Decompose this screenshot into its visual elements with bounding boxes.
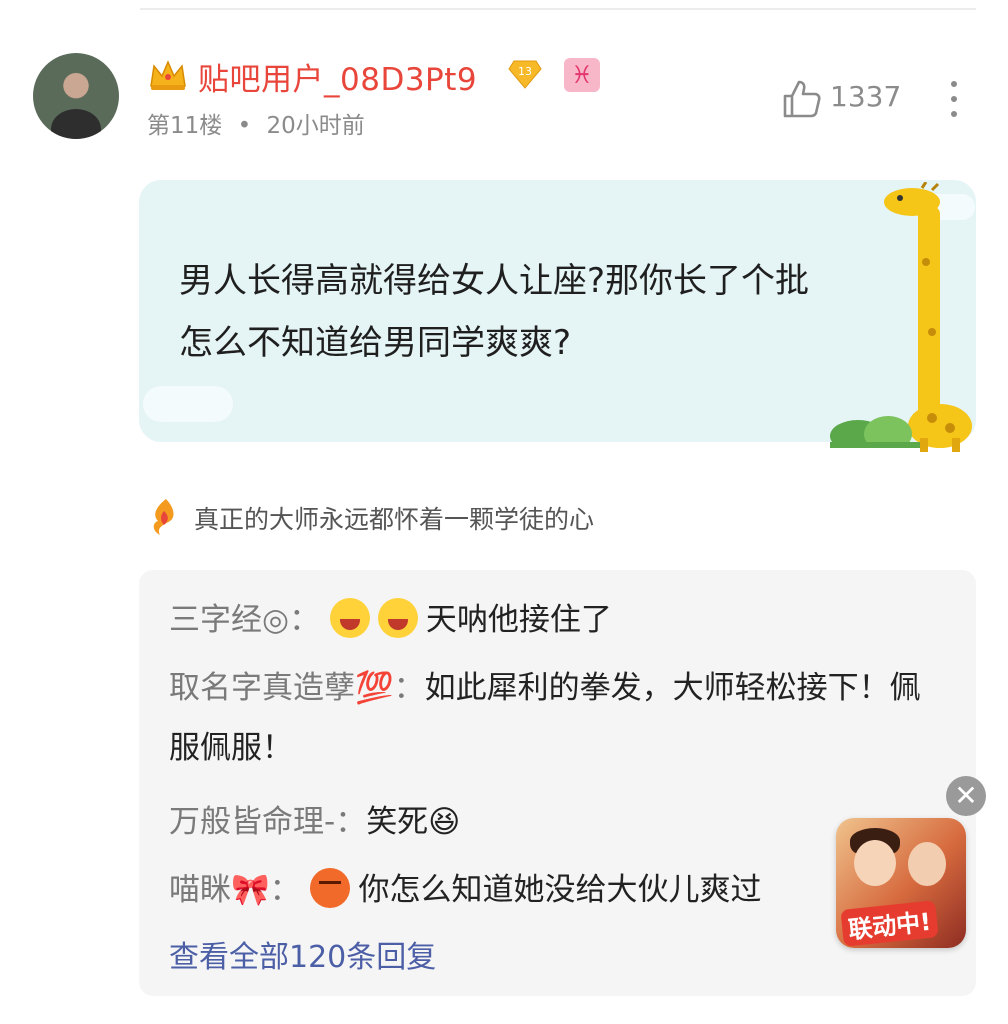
zodiac-badge: ♓ — [564, 58, 600, 92]
ad-label: 联动中! — [840, 900, 939, 947]
angry-emoji-icon — [310, 868, 351, 908]
top-divider — [140, 8, 976, 10]
reply-item[interactable]: 万般皆命理-：笑死😆 — [169, 792, 949, 852]
floor-number: 第11楼 — [147, 113, 223, 139]
level-number: 13 — [518, 65, 532, 78]
thumbs-up-icon[interactable] — [781, 78, 823, 120]
level-badge-icon: 13 — [508, 60, 542, 89]
reply-author[interactable]: 取名字真造孽💯 — [169, 670, 394, 706]
ad-character-art — [908, 842, 946, 886]
reply-separator: ： — [393, 670, 425, 706]
post-content-line: 男人长得高就得给女人让座?那你长了个批 — [179, 261, 810, 301]
post-meta: 第11楼 • 20小时前 — [147, 106, 365, 140]
more-vertical-icon[interactable] — [944, 78, 964, 120]
reply-text: 天呐他接住了 — [425, 602, 612, 638]
view-all-replies-link[interactable]: 查看全部120条回复 — [169, 932, 436, 976]
username[interactable]: 贴吧用户_08D3Pt9 — [198, 54, 477, 99]
reply-separator: ： — [269, 872, 301, 908]
post-content: 男人长得高就得给女人让座?那你长了个批 怎么不知道给男同学爽爽? — [179, 250, 879, 374]
like-count: 1337 — [830, 80, 902, 113]
meta-separator: • — [237, 113, 252, 139]
reply-text: 你怎么知道她没给大伙儿爽过 — [358, 872, 762, 908]
reply-item[interactable]: 喵眯🎀： 你怎么知道她没给大伙儿爽过 — [169, 860, 949, 920]
laughing-emoji-icon — [377, 598, 418, 638]
laughing-emoji-icon — [329, 598, 370, 638]
reply-separator: ： — [289, 602, 321, 638]
avatar[interactable] — [33, 53, 119, 139]
user-signature: 真正的大师永远都怀着一颗学徒的心 — [194, 505, 595, 534]
post-content-bubble: 男人长得高就得给女人让座?那你长了个批 怎么不知道给男同学爽爽? — [139, 180, 976, 442]
post-time: 20小时前 — [266, 113, 365, 139]
ad-banner[interactable]: 联动中! — [836, 818, 966, 948]
reply-author[interactable]: 喵眯🎀 — [169, 872, 270, 908]
close-ad-button[interactable]: ✕ — [946, 776, 986, 816]
reply-item[interactable]: 取名字真造孽💯：如此犀利的拳发，大师轻松接下！佩服佩服！ — [169, 658, 949, 778]
crown-icon — [150, 60, 186, 90]
reply-item[interactable]: 三字经◎： 天呐他接住了 — [169, 590, 949, 650]
reply-author[interactable]: 三字经◎ — [169, 602, 289, 638]
reply-text: 笑死😆 — [366, 804, 461, 840]
reply-separator: ： — [335, 804, 367, 840]
reply-author[interactable]: 万般皆命理- — [169, 804, 335, 840]
post-content-line: 怎么不知道给男同学爽爽? — [179, 323, 572, 363]
bush-decoration-icon — [830, 416, 920, 448]
signature-flame-icon — [153, 499, 174, 535]
cloud-decoration — [143, 386, 233, 422]
ad-character-art — [854, 840, 896, 886]
